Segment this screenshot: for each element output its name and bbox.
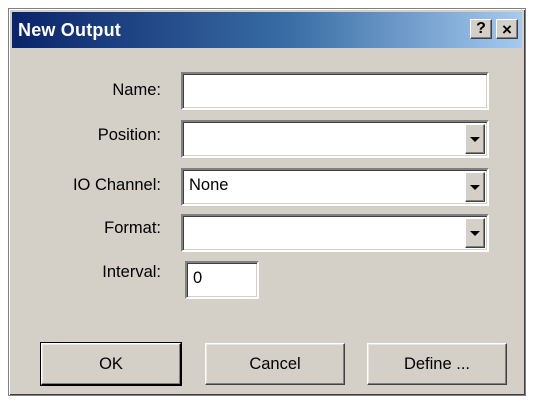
chevron-down-icon [470,230,480,236]
interval-label: Interval: [102,263,161,281]
cancel-button[interactable]: Cancel [205,343,345,385]
io-channel-label: IO Channel: [72,176,161,194]
help-icon: ? [476,20,486,37]
interval-input-value: 0 [193,269,203,287]
close-button[interactable]: × [496,19,518,39]
io-channel-dropdown-button[interactable] [465,172,485,202]
name-label: Name: [112,81,161,99]
chevron-down-icon [470,184,480,190]
io-channel-select[interactable]: None [181,168,489,206]
title-bar[interactable]: New Output ? × [12,12,522,48]
define-button[interactable]: Define ... [367,343,507,385]
close-icon: × [502,19,512,39]
dialog-title: New Output [18,19,121,40]
new-output-dialog: New Output ? × Name: Position: IO Channe… [8,8,526,396]
chevron-down-icon [470,136,480,142]
format-select[interactable] [181,214,489,252]
ok-button[interactable]: OK [40,342,182,386]
position-select[interactable] [181,120,489,158]
format-label: Format: [104,219,161,237]
help-button[interactable]: ? [470,19,492,39]
position-label: Position: [97,126,161,144]
position-dropdown-button[interactable] [465,124,485,154]
io-channel-select-value: None [189,176,229,194]
name-input[interactable] [181,72,489,110]
interval-input[interactable]: 0 [185,261,259,299]
format-dropdown-button[interactable] [465,218,485,248]
